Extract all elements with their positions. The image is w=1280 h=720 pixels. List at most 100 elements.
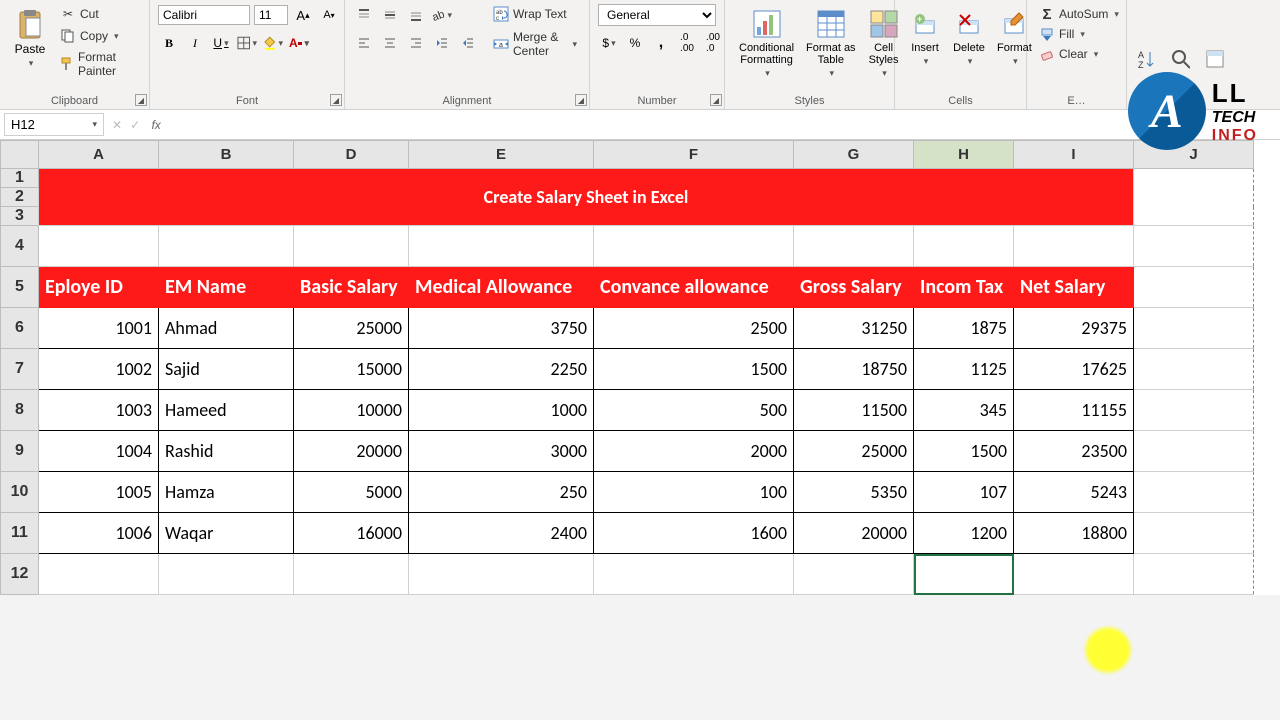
row-header-9[interactable]: 9 <box>1 431 39 472</box>
cell-G6[interactable]: 31250 <box>794 308 914 349</box>
header-2[interactable]: Basic Salary <box>294 267 409 308</box>
row-header-10[interactable]: 10 <box>1 472 39 513</box>
cell-J10[interactable] <box>1134 472 1254 513</box>
fill-button[interactable]: Fill▾ <box>1035 24 1089 44</box>
cell-D7[interactable]: 15000 <box>294 349 409 390</box>
cell-D6[interactable]: 25000 <box>294 308 409 349</box>
cell-E8[interactable]: 1000 <box>409 390 594 431</box>
number-format-select[interactable]: General <box>598 4 716 26</box>
title-cell[interactable]: Create Salary Sheet in Excel <box>39 169 1134 226</box>
cell-G9[interactable]: 25000 <box>794 431 914 472</box>
cell-F4[interactable] <box>594 226 794 267</box>
cell-J1[interactable] <box>1134 169 1254 226</box>
align-left-button[interactable] <box>353 32 375 54</box>
accept-formula-button[interactable]: ✓ <box>126 118 144 132</box>
align-center-button[interactable] <box>379 32 401 54</box>
cell-G4[interactable] <box>794 226 914 267</box>
cell-E12[interactable] <box>409 554 594 595</box>
cell-I10[interactable]: 5243 <box>1014 472 1134 513</box>
cell-J4[interactable] <box>1134 226 1254 267</box>
dialog-launcher-clipboard[interactable]: ◢ <box>135 94 147 106</box>
cell-B8[interactable]: Hameed <box>159 390 294 431</box>
cut-button[interactable]: ✂ Cut <box>56 4 141 24</box>
cell-G11[interactable]: 20000 <box>794 513 914 554</box>
col-header-H[interactable]: H <box>914 141 1014 169</box>
row-header-3[interactable]: 3 <box>1 207 39 226</box>
merge-center-button[interactable]: a Merge & Center ▾ <box>489 28 581 60</box>
underline-button[interactable]: U▾ <box>210 32 232 54</box>
align-middle-button[interactable] <box>379 4 401 26</box>
worksheet-grid[interactable]: ABDEFGHIJ1 Create Salary Sheet in Excel … <box>0 140 1280 595</box>
sort-filter-button[interactable]: AZ <box>1135 48 1157 70</box>
cell-B10[interactable]: Hamza <box>159 472 294 513</box>
cell-J7[interactable] <box>1134 349 1254 390</box>
name-box[interactable]: H12 ▾ <box>4 113 104 136</box>
decrease-indent-button[interactable] <box>431 32 453 54</box>
format-painter-button[interactable]: Format Painter <box>56 48 141 80</box>
header-6[interactable]: Incom Tax <box>914 267 1014 308</box>
dialog-launcher-font[interactable]: ◢ <box>330 94 342 106</box>
cell-J11[interactable] <box>1134 513 1254 554</box>
col-header-G[interactable]: G <box>794 141 914 169</box>
cell-I7[interactable]: 17625 <box>1014 349 1134 390</box>
increase-font-button[interactable]: A▴ <box>292 4 314 26</box>
cell-G12[interactable] <box>794 554 914 595</box>
cell-G8[interactable]: 11500 <box>794 390 914 431</box>
cell-E4[interactable] <box>409 226 594 267</box>
cell-J8[interactable] <box>1134 390 1254 431</box>
cell-A6[interactable]: 1001 <box>39 308 159 349</box>
cell-B6[interactable]: Ahmad <box>159 308 294 349</box>
dialog-launcher-number[interactable]: ◢ <box>710 94 722 106</box>
cell-D4[interactable] <box>294 226 409 267</box>
cell-F11[interactable]: 1600 <box>594 513 794 554</box>
cell-J9[interactable] <box>1134 431 1254 472</box>
col-header-E[interactable]: E <box>409 141 594 169</box>
cell-A4[interactable] <box>39 226 159 267</box>
row-header-5[interactable]: 5 <box>1 267 39 308</box>
cancel-formula-button[interactable]: ✕ <box>108 118 126 132</box>
bold-button[interactable]: B <box>158 32 180 54</box>
row-header-11[interactable]: 11 <box>1 513 39 554</box>
align-right-button[interactable] <box>405 32 427 54</box>
col-header-D[interactable]: D <box>294 141 409 169</box>
cell-H9[interactable]: 1500 <box>914 431 1014 472</box>
cell-J12[interactable] <box>1134 554 1254 595</box>
align-top-button[interactable] <box>353 4 375 26</box>
clear-button[interactable]: Clear▾ <box>1035 44 1102 64</box>
cell-A8[interactable]: 1003 <box>39 390 159 431</box>
header-1[interactable]: EM Name <box>159 267 294 308</box>
row-header-7[interactable]: 7 <box>1 349 39 390</box>
find-select-button[interactable] <box>1169 48 1191 70</box>
dialog-launcher-alignment[interactable]: ◢ <box>575 94 587 106</box>
cell-H8[interactable]: 345 <box>914 390 1014 431</box>
cell-E6[interactable]: 3750 <box>409 308 594 349</box>
row-header-2[interactable]: 2 <box>1 188 39 207</box>
cell-B4[interactable] <box>159 226 294 267</box>
borders-button[interactable]: ▾ <box>236 32 258 54</box>
cell-H12[interactable] <box>914 554 1014 595</box>
header-3[interactable]: Medical Allowance <box>409 267 594 308</box>
cell-I8[interactable]: 11155 <box>1014 390 1134 431</box>
col-header-B[interactable]: B <box>159 141 294 169</box>
cell-A9[interactable]: 1004 <box>39 431 159 472</box>
cell-F7[interactable]: 1500 <box>594 349 794 390</box>
cell-F10[interactable]: 100 <box>594 472 794 513</box>
cell-D11[interactable]: 16000 <box>294 513 409 554</box>
header-5[interactable]: Gross Salary <box>794 267 914 308</box>
cell-H10[interactable]: 107 <box>914 472 1014 513</box>
cell-B7[interactable]: Sajid <box>159 349 294 390</box>
cell-I9[interactable]: 23500 <box>1014 431 1134 472</box>
align-bottom-button[interactable] <box>405 4 427 26</box>
formula-input[interactable] <box>168 110 1280 139</box>
cell-G10[interactable]: 5350 <box>794 472 914 513</box>
insert-button[interactable]: + Insert▾ <box>903 4 947 71</box>
cell-D9[interactable]: 20000 <box>294 431 409 472</box>
cell-H7[interactable]: 1125 <box>914 349 1014 390</box>
increase-indent-button[interactable] <box>457 32 479 54</box>
font-color-button[interactable]: A▾ <box>288 32 310 54</box>
row-header-12[interactable]: 12 <box>1 554 39 595</box>
col-header-I[interactable]: I <box>1014 141 1134 169</box>
cell-E9[interactable]: 3000 <box>409 431 594 472</box>
header-4[interactable]: Convance allowance <box>594 267 794 308</box>
accounting-format-button[interactable]: $▾ <box>598 32 620 54</box>
